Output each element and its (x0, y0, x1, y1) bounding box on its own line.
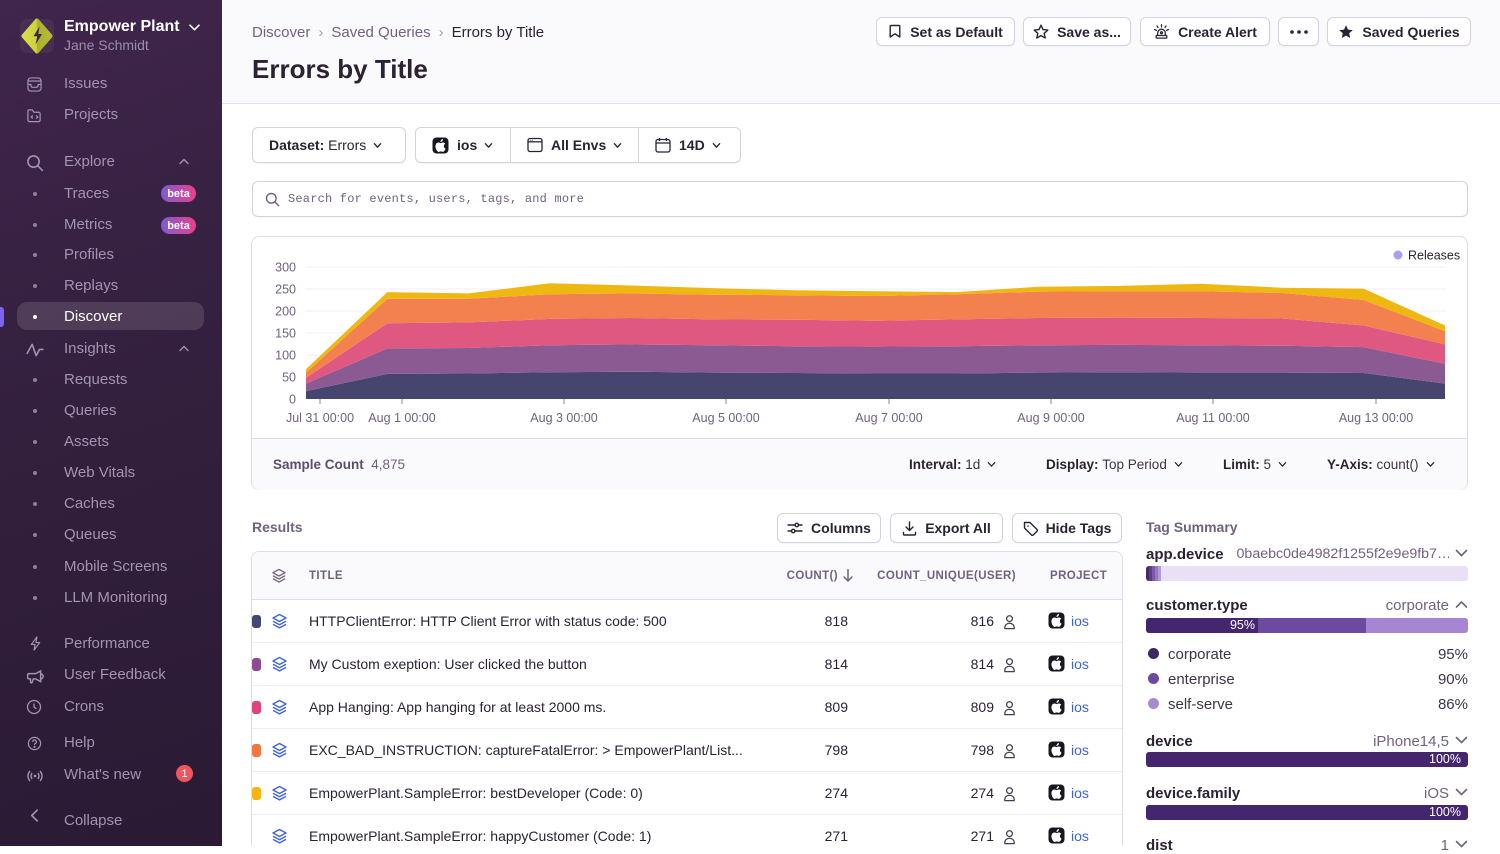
svg-text:Aug 3 00:00: Aug 3 00:00 (530, 411, 597, 425)
svg-text:300: 300 (275, 261, 296, 275)
svg-text:50: 50 (282, 371, 296, 385)
svg-text:Aug 9 00:00: Aug 9 00:00 (1017, 411, 1084, 425)
svg-text:Aug 7 00:00: Aug 7 00:00 (855, 411, 922, 425)
svg-text:200: 200 (275, 305, 296, 319)
svg-text:Aug 5 00:00: Aug 5 00:00 (692, 411, 759, 425)
svg-text:0: 0 (289, 393, 296, 407)
svg-text:Aug 1 00:00: Aug 1 00:00 (368, 411, 435, 425)
svg-text:250: 250 (275, 283, 296, 297)
svg-text:Jul 31 00:00: Jul 31 00:00 (286, 411, 354, 425)
svg-text:150: 150 (275, 327, 296, 341)
svg-text:100: 100 (275, 349, 296, 363)
